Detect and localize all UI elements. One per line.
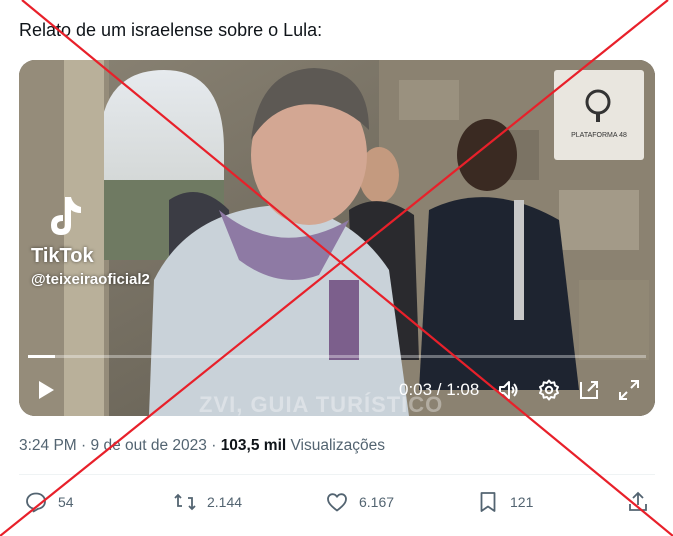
share-button[interactable] — [626, 490, 660, 514]
play-icon[interactable] — [33, 378, 57, 402]
progress-bar[interactable] — [28, 355, 646, 358]
bookmark-count: 121 — [510, 494, 534, 510]
bookmark-icon — [480, 492, 496, 512]
tiktok-logo-icon — [51, 197, 81, 235]
tweet-meta: 3:24 PM · 9 de out de 2023 · 103,5 mil V… — [19, 437, 385, 455]
reply-count: 54 — [58, 494, 74, 510]
tweet-text: Relato de um israelense sobre o Lula: — [19, 20, 323, 40]
meta-separator: · — [211, 437, 217, 454]
tiktok-handle: @teixeiraoficial2 — [31, 271, 150, 288]
reply-icon — [26, 492, 46, 513]
time-display: 0:03 / 1:08 — [399, 380, 480, 399]
divider — [19, 474, 655, 475]
retweet-icon — [174, 493, 196, 511]
fullscreen-icon[interactable] — [617, 378, 641, 402]
heart-icon — [327, 493, 347, 512]
settings-gear-icon[interactable] — [537, 378, 561, 402]
volume-icon[interactable] — [497, 378, 521, 402]
like-button[interactable]: 6.167 — [325, 490, 394, 514]
like-count: 6.167 — [359, 494, 395, 510]
tweet-time[interactable]: 3:24 PM — [19, 437, 77, 454]
share-icon — [629, 491, 647, 511]
plaque-text: PLATAFORMA 48 — [571, 132, 627, 139]
views-label: Visualizações — [290, 437, 386, 454]
picture-in-picture-icon[interactable] — [577, 378, 601, 402]
tweet-date[interactable]: 9 de out de 2023 — [91, 437, 207, 454]
retweet-count: 2.144 — [207, 494, 243, 510]
views-count: 103,5 mil — [220, 437, 287, 454]
plaque-sign: PLATAFORMA 48 — [554, 70, 644, 160]
tiktok-name: TikTok — [31, 245, 94, 267]
video-player[interactable]: PLATAFORMA 48 TikTok @teixeiraoficial2 Z… — [19, 60, 655, 416]
retweet-button[interactable]: 2.144 — [173, 490, 242, 514]
bookmark-button[interactable]: 121 — [476, 490, 533, 514]
plaque-logo-icon — [585, 89, 611, 122]
reply-button[interactable]: 54 — [24, 490, 74, 514]
progress-fill — [28, 355, 56, 358]
meta-separator: · — [81, 437, 87, 454]
